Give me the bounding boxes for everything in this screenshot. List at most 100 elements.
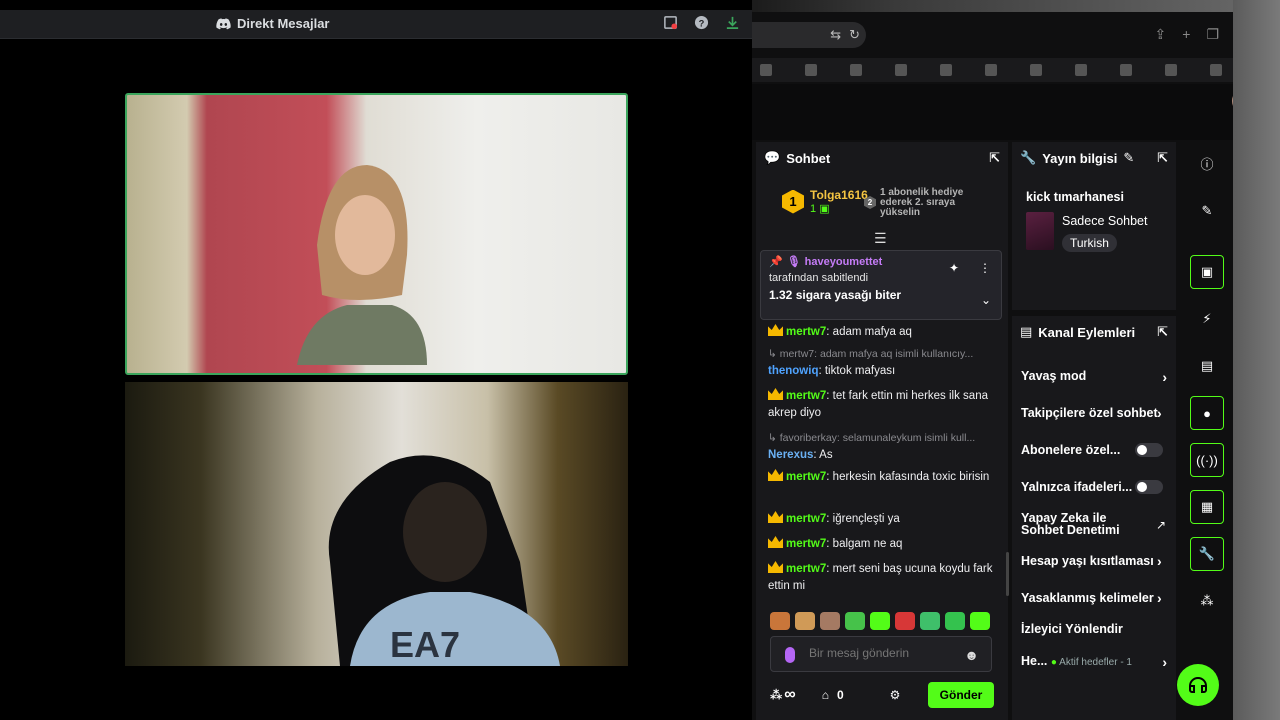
ai-moderation-item[interactable]: Yapay Zeka ile Sohbet Denetimi <box>1021 512 1141 536</box>
top-gifter[interactable]: 1 Tolga1616 1 ▣ <box>782 188 868 215</box>
share-icon[interactable]: ⇪ <box>1155 26 1167 43</box>
notes-icon[interactable]: ▤ <box>1190 349 1224 383</box>
video-tile-bottom[interactable]: EA7 <box>125 382 628 666</box>
tab-favicon[interactable] <box>850 64 862 76</box>
tab-favicon[interactable] <box>1075 64 1087 76</box>
info-icon[interactable]: ⓘ <box>1190 146 1224 180</box>
unpin-icon[interactable]: ✦ <box>949 261 959 275</box>
chat-input-box[interactable]: ☻ <box>770 636 992 672</box>
crown-badge-icon <box>768 511 783 523</box>
category-thumbnail[interactable] <box>1026 212 1054 250</box>
tab-favicon[interactable] <box>1210 64 1222 76</box>
desktop-background <box>1233 0 1280 720</box>
chat-message[interactable]: mertw7: mert seni baş ucuna koydu fark e… <box>768 561 996 595</box>
chat-message[interactable]: ↳ favoriberkay: selamunaleykum isimli ku… <box>768 430 996 464</box>
chat-icon[interactable]: ● <box>1190 396 1224 430</box>
emote-icon[interactable] <box>920 612 940 630</box>
emote-icon[interactable] <box>770 612 790 630</box>
lightning-icon[interactable]: ⚡ <box>1190 302 1224 336</box>
tab-favicon[interactable] <box>1030 64 1042 76</box>
new-tab-icon[interactable]: + <box>1182 26 1190 43</box>
pinned-message[interactable]: 📌 🎙 haveyoumettet tarafından sabitlendi … <box>760 250 1002 320</box>
stream-preview-icon[interactable]: ▣ <box>1190 255 1224 289</box>
mic-icon[interactable] <box>785 647 795 663</box>
popout-icon[interactable]: ⇱ <box>1157 324 1168 340</box>
emote-icon[interactable] <box>970 612 990 630</box>
chevron-down-icon[interactable]: ⌄ <box>981 293 991 307</box>
chat-scrollbar[interactable] <box>1006 552 1009 596</box>
external-link-icon[interactable]: ↗ <box>1156 518 1166 532</box>
tab-favicon[interactable] <box>895 64 907 76</box>
channel-actions-header: ▤ Kanal Eylemleri ⇱ <box>1012 316 1176 348</box>
crown-badge-icon <box>768 536 783 548</box>
tab-favicon[interactable] <box>985 64 997 76</box>
edit-icon[interactable]: ✎ <box>1190 194 1224 228</box>
chat-message[interactable]: ↳ mertw7: adam mafya aq isimli kullanıcı… <box>768 346 996 380</box>
subscribers-only-toggle[interactable] <box>1135 443 1163 457</box>
broadcast-icon[interactable]: ((·)) <box>1190 443 1224 477</box>
shirt-logo: EA7 <box>390 624 460 665</box>
chat-message-input[interactable] <box>809 646 959 660</box>
chevron-right-icon[interactable]: › <box>1157 405 1162 421</box>
collapse-icon[interactable]: ☰ <box>874 230 887 247</box>
video-tile-top[interactable] <box>125 93 628 375</box>
account-age-item[interactable]: Hesap yaşı kısıtlaması <box>1021 554 1157 568</box>
pinned-tabs <box>752 58 1233 82</box>
send-button[interactable]: Gönder <box>928 682 994 708</box>
chat-message[interactable]: mertw7: balgam ne aq <box>768 536 996 553</box>
help-icon[interactable]: ? <box>694 15 709 30</box>
points-icon[interactable]: ⁂ <box>770 688 782 702</box>
chevron-right-icon[interactable]: › <box>1157 590 1162 606</box>
tab-favicon[interactable] <box>1120 64 1132 76</box>
banned-words-item[interactable]: Yasaklanmış kelimeler <box>1021 591 1157 605</box>
chat-panel: 💬 Sohbet ⇱ 1 Tolga1616 1 ▣ 2 1 abonelik … <box>756 142 1008 720</box>
emote-icon[interactable] <box>795 612 815 630</box>
inbox-icon[interactable] <box>663 15 678 30</box>
stream-info-header: 🔧 Yayın bilgisi ✎ ⇱ <box>1012 142 1176 174</box>
support-button[interactable] <box>1177 664 1219 706</box>
emote-icon[interactable] <box>845 612 865 630</box>
popout-icon[interactable]: ⇱ <box>1157 150 1168 166</box>
chat-title: Sohbet <box>786 150 831 166</box>
emote-icon[interactable] <box>870 612 890 630</box>
subscribers-only-item[interactable]: Abonelere özel... <box>1021 443 1171 457</box>
slow-mode-item[interactable]: Yavaş mod › <box>1021 369 1171 383</box>
wrench-icon[interactable]: 🔧 <box>1190 537 1224 571</box>
tab-favicon[interactable] <box>1165 64 1177 76</box>
rank-badge: 1 <box>782 189 804 214</box>
reload-icon[interactable]: ↻ <box>849 27 860 43</box>
translate-icon[interactable]: ⇆ <box>830 27 841 43</box>
goals-item[interactable]: He... ● Aktif hedefler - 1 › <box>1021 654 1171 668</box>
category-name[interactable]: Sadece Sohbet <box>1062 214 1148 228</box>
emotes-only-item[interactable]: Yalnızca ifadeleri... <box>1021 480 1171 494</box>
emoji-icon[interactable]: ☻ <box>964 647 979 663</box>
screen: Direkt Mesajlar ? EA7 ⇆ ↻ ⇪ + ❐ 💬 Sohbet… <box>0 0 1280 720</box>
emotes-only-toggle[interactable] <box>1135 480 1163 494</box>
chat-message[interactable]: mertw7: iğrençleşti ya <box>768 511 996 528</box>
tab-favicon[interactable] <box>760 64 772 76</box>
chevron-right-icon[interactable]: › <box>1157 553 1162 569</box>
download-icon[interactable] <box>725 15 740 30</box>
tabs-overview-icon[interactable]: ❐ <box>1206 26 1219 43</box>
emote-icon[interactable] <box>895 612 915 630</box>
address-bar[interactable]: ⇆ ↻ <box>752 22 866 48</box>
community-icon[interactable]: ⁂ <box>1190 584 1224 618</box>
settings-icon[interactable]: ⚙ <box>890 688 901 702</box>
store-icon[interactable]: ⌂ <box>822 688 829 702</box>
channel-actions-icon[interactable]: ▦ <box>1190 490 1224 524</box>
emote-icon[interactable] <box>820 612 840 630</box>
participant-video-woman <box>297 165 427 365</box>
tab-favicon[interactable] <box>940 64 952 76</box>
chat-header: 💬 Sohbet ⇱ <box>756 142 1008 174</box>
more-icon[interactable]: ⋮ <box>979 261 991 275</box>
raid-item[interactable]: İzleyici Yönlendir <box>1021 622 1171 636</box>
chat-message[interactable]: mertw7: herkesin kafasında toxic birisin <box>768 469 996 486</box>
tab-favicon[interactable] <box>805 64 817 76</box>
popout-icon[interactable]: ⇱ <box>989 150 1000 166</box>
edit-icon[interactable]: ✎ <box>1123 150 1134 166</box>
chat-message[interactable]: mertw7: adam mafya aq <box>768 324 996 341</box>
chat-message[interactable]: mertw7: tet fark ettin mi herkes ilk san… <box>768 388 996 422</box>
gift-icon: ▣ <box>819 203 830 215</box>
emote-icon[interactable] <box>945 612 965 630</box>
followers-only-item[interactable]: Takipçilere özel sohbet <box>1021 406 1161 420</box>
